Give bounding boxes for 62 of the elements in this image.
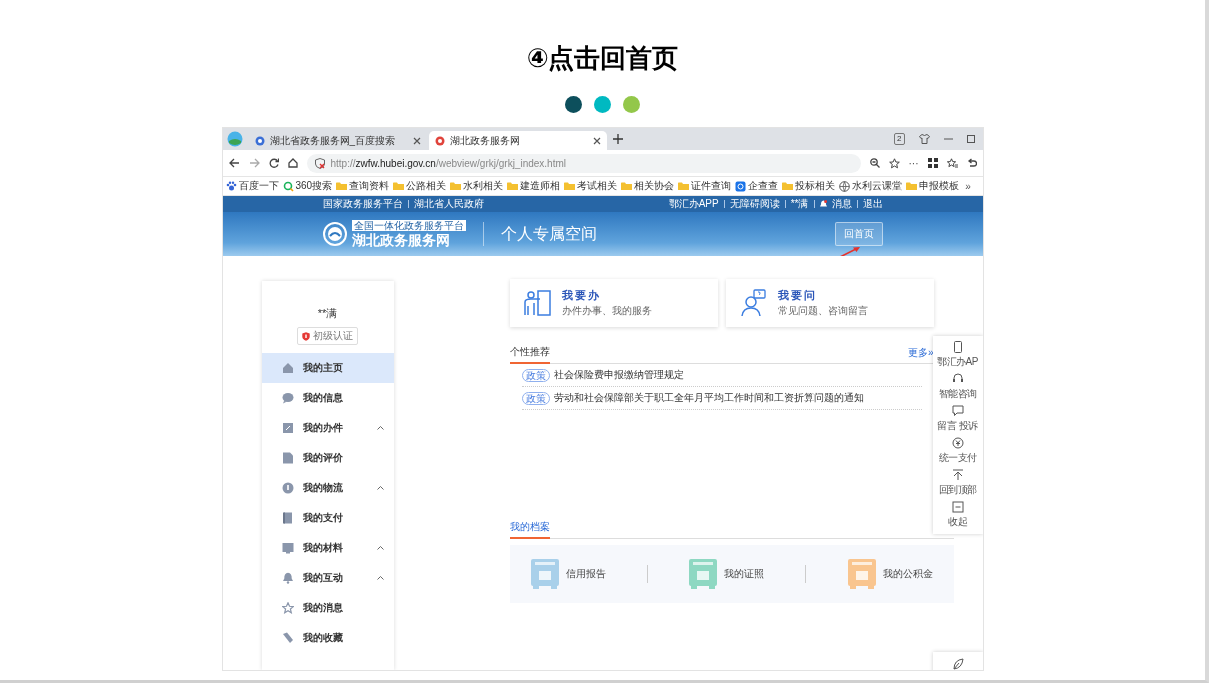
bookmark-item[interactable]: 建造师相 — [507, 179, 561, 193]
sidebar-item[interactable]: 我的收藏 — [261, 623, 394, 653]
bookmark-item[interactable]: 百度一下 — [225, 179, 279, 193]
news-link[interactable]: 劳动和社会保障部关于职工全年月平均工作时间和工资折算问题的通知 — [553, 391, 864, 405]
bookmark-item[interactable]: 申报模板 — [906, 179, 960, 193]
logo-tagline: 全国一体化政务服务平台 — [351, 220, 466, 231]
float-panel-item[interactable]: 鄂汇办AP — [932, 339, 983, 371]
sidebar-item[interactable]: 我的互动 — [261, 563, 394, 593]
sidebar-item[interactable]: 我的物流 — [261, 473, 394, 503]
verify-badge: 初级认证 — [297, 327, 358, 345]
bookmark-overflow-button[interactable]: » — [963, 180, 973, 192]
header-link[interactable]: 国家政务服务平台 — [322, 197, 403, 211]
bookmark-item[interactable]: 公路相关 — [393, 179, 447, 193]
section-tab[interactable]: 个性推荐 — [509, 345, 550, 364]
bookmark-item[interactable]: 水利云课堂 — [839, 179, 903, 193]
browser-tab[interactable]: 湖北政务服务网 — [428, 131, 607, 150]
sidebar-item[interactable]: 我的支付 — [261, 503, 394, 533]
user-name: **满 — [317, 306, 338, 321]
sidebar-item[interactable]: 我的评价 — [261, 443, 394, 473]
header-link[interactable]: 消息 — [831, 197, 852, 211]
card-subtitle: 常见问题、咨询留言 — [777, 304, 868, 318]
sidebar-item[interactable]: 我的信息 — [261, 383, 394, 413]
sidebar-item[interactable]: 我的主页 — [261, 353, 394, 383]
quick-action-card[interactable]: 我要问 常见问题、咨询留言 — [725, 279, 934, 327]
archive-item[interactable]: 信用报告 — [529, 558, 606, 590]
float-panel-item[interactable]: 智能咨询 — [932, 371, 983, 403]
float-panel-item[interactable]: 留言 投诉 — [932, 403, 983, 435]
quick-action-card[interactable]: 我要办 办件办事、我的服务 — [509, 279, 718, 327]
more-link[interactable]: 更多» — [907, 346, 934, 363]
header-link[interactable]: **满 — [790, 197, 809, 211]
space-title: 个人专属空间 — [500, 223, 597, 244]
header-link[interactable]: 鄂汇办APP — [668, 197, 719, 211]
bookmark-item[interactable]: 水利相关 — [450, 179, 504, 193]
bookmark-item[interactable]: 投标相关 — [782, 179, 836, 193]
news-link[interactable]: 社会保险费申报缴纳管理规定 — [553, 368, 684, 382]
card-title: 我要办 — [561, 288, 602, 303]
bookmark-item[interactable]: 相关协会 — [621, 179, 675, 193]
header-link[interactable]: 退出 — [862, 197, 883, 211]
sidebar-item[interactable]: 我的材料 — [261, 533, 394, 563]
sidebar-item[interactable]: 我的消息 — [261, 593, 394, 623]
browser-tab[interactable]: 湖北省政务服务网_百度搜索 — [248, 131, 427, 150]
more-button[interactable]: ··· — [908, 157, 919, 169]
sidebar-item[interactable]: 我的办件 — [261, 413, 394, 443]
address-field[interactable]: http://zwfw.hubei.gov.cn/webview/grkj/grkj_index.html — [306, 153, 861, 173]
archive-item[interactable]: 我的公积金 — [847, 558, 934, 590]
bookmark-item[interactable]: 考试相关 — [564, 179, 618, 193]
section-tab[interactable]: 我的档案 — [509, 520, 550, 539]
float-panel-item[interactable]: 收起 — [932, 499, 983, 531]
archive-item[interactable]: 我的证照 — [688, 558, 765, 590]
card-subtitle: 办件办事、我的服务 — [561, 304, 652, 318]
bookmark-item[interactable]: 360搜索 — [282, 179, 333, 193]
tab-count-badge[interactable]: 2 — [894, 133, 905, 145]
header-link[interactable]: 湖北省人民政府 — [413, 197, 484, 211]
header-link[interactable]: 无障碍阅读 — [729, 197, 780, 211]
bookmark-item[interactable]: 证件查询 — [678, 179, 732, 193]
slide-title: ④点击回首页 — [526, 42, 679, 75]
bookmark-item[interactable]: 查询资料 — [336, 179, 390, 193]
float-panel-item[interactable]: 回到顶部 — [932, 467, 983, 499]
site-name: 湖北政务服务网 — [351, 232, 451, 248]
float-panel-item[interactable]: 统一支付 — [932, 435, 983, 467]
bookmark-item[interactable]: 企查查 — [735, 179, 779, 193]
card-title: 我要问 — [777, 288, 818, 303]
